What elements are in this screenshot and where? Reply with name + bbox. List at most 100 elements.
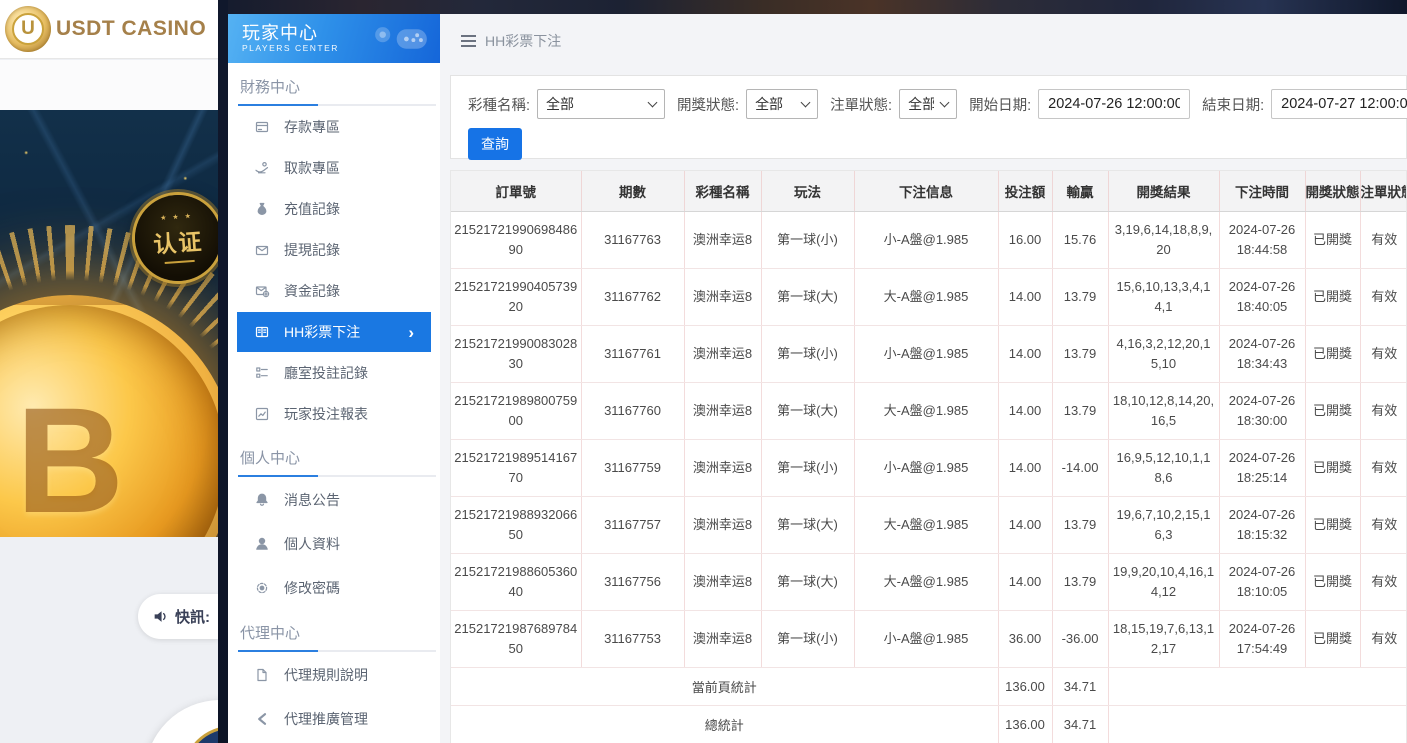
column-header-注單狀態: 注單狀態 (1360, 171, 1407, 211)
cell-開獎結果: 18,15,19,7,6,13,12,17 (1108, 610, 1219, 667)
cell-期數: 31167761 (581, 325, 684, 382)
cell-彩種名稱: 澳洲幸运8 (684, 610, 761, 667)
sidebar-item-label: 提現記錄 (284, 240, 340, 260)
sidebar-item-代理推廣管理[interactable]: 代理推廣管理 (228, 697, 440, 740)
sidebar-item-label: 代理推廣管理 (284, 709, 368, 729)
cell-開獎狀態: 已開獎 (1305, 610, 1360, 667)
room-record-icon (254, 365, 270, 381)
menu-toggle-icon[interactable] (461, 35, 476, 47)
funds-record-icon (254, 283, 270, 299)
cell-開獎狀態: 已開獎 (1305, 211, 1360, 268)
cell-玩法: 第一球(大) (761, 268, 854, 325)
cell-開獎狀態: 已開獎 (1305, 439, 1360, 496)
cell-開獎結果: 19,6,7,10,2,15,16,3 (1108, 496, 1219, 553)
service-float-button[interactable] (145, 700, 218, 743)
cell-開獎結果: 16,9,5,12,10,1,18,6 (1108, 439, 1219, 496)
summary-empty (1108, 667, 1407, 705)
sidebar-item-label: 取款專區 (284, 158, 340, 178)
sidebar-item-消息公告[interactable]: 消息公告 (228, 478, 440, 521)
bets-table-card: 訂單號期數彩種名稱玩法下注信息投注額輸贏開獎結果下注時間開獎狀態注單狀態 215… (450, 170, 1407, 743)
column-header-期數: 期數 (581, 171, 684, 211)
cell-彩種名稱: 澳洲幸运8 (684, 325, 761, 382)
cell-玩法: 第一球(大) (761, 496, 854, 553)
news-ticker[interactable]: 快訊: (138, 594, 218, 639)
table-row: 215217219876897845031167753澳洲幸运8第一球(小)小-… (451, 610, 1407, 667)
cell-投注額: 14.00 (998, 325, 1052, 382)
sidebar-title: 玩家中心 (242, 24, 339, 44)
cell-期數: 31167753 (581, 610, 684, 667)
summary-bet-total: 136.00 (998, 705, 1052, 743)
cell-下注時間: 2024-07-26 18:40:05 (1219, 268, 1305, 325)
table-row: 215217219906984869031167763澳洲幸运8第一球(小)小-… (451, 211, 1407, 268)
sidebar-item-label: HH彩票下注 (284, 322, 360, 342)
column-header-開獎結果: 開獎結果 (1108, 171, 1219, 211)
withdraw-hand-icon (254, 160, 270, 176)
brand-coin-icon: U (5, 6, 51, 52)
cell-投注額: 36.00 (998, 610, 1052, 667)
summary-winloss-total: 34.71 (1052, 667, 1108, 705)
cell-訂單號: 2152172199040573920 (451, 268, 581, 325)
section-title-1: 個人中心 (240, 447, 428, 475)
cell-輸贏: 13.79 (1052, 496, 1108, 553)
brand-name: USDT CASINO (56, 17, 206, 41)
brand-logo[interactable]: U USDT CASINO (0, 0, 218, 59)
search-button[interactable]: 查詢 (468, 128, 522, 160)
service-logo-icon (183, 726, 218, 743)
moneybag-icon (254, 201, 270, 217)
sidebar-item-資金記錄[interactable]: 資金記錄 (228, 271, 440, 311)
cell-輸贏: 13.79 (1052, 382, 1108, 439)
sidebar-item-代理規則說明[interactable]: 代理規則說明 (228, 653, 440, 696)
summary-row: 當前頁統計136.0034.71 (451, 667, 1407, 705)
cell-下注信息: 大-A盤@1.985 (854, 268, 998, 325)
cell-輸贏: 15.76 (1052, 211, 1108, 268)
person-icon (254, 536, 270, 552)
sidebar-item-存款專區[interactable]: 存款專區 (228, 107, 440, 147)
badge-underline (165, 260, 195, 264)
sidebar-item-玩家投注報表[interactable]: 玩家投注報表 (228, 394, 440, 434)
sidebar-item-label: 充值記錄 (284, 199, 340, 219)
lottery-name-select[interactable]: 全部 (537, 89, 665, 119)
chevron-right-icon: › (408, 324, 414, 341)
sidebar-item-label: 代理規則說明 (284, 665, 368, 685)
cell-下注信息: 大-A盤@1.985 (854, 382, 998, 439)
summary-row: 總統計136.0034.71 (451, 705, 1407, 743)
cell-開獎狀態: 已開獎 (1305, 496, 1360, 553)
sidebar-item-提現記錄[interactable]: 提現記錄 (228, 230, 440, 270)
table-row: 215217219898007590031167760澳洲幸运8第一球(大)大-… (451, 382, 1407, 439)
cell-注單狀態: 有效 (1360, 325, 1407, 382)
sidebar-item-個人資料[interactable]: 個人資料 (228, 522, 440, 565)
cell-期數: 31167759 (581, 439, 684, 496)
cell-開獎結果: 15,6,10,13,3,4,14,1 (1108, 268, 1219, 325)
main-content: HH彩票下注 彩種名稱: 全部 開獎狀態: 全部 注單狀態: 全部 開始日期: … (440, 14, 1407, 743)
end-date-input[interactable] (1271, 89, 1407, 119)
badge-stars: ★ ★ ★ (160, 212, 193, 222)
cell-開獎結果: 3,19,6,14,18,8,9,20 (1108, 211, 1219, 268)
sidebar-menu: 財務中心存款專區取款專區充值記錄提現記錄資金記錄HH彩票下注›廳室投註記錄玩家投… (228, 76, 440, 740)
sidebar-item-label: 玩家投注報表 (284, 404, 368, 424)
column-header-投注額: 投注額 (998, 171, 1052, 211)
section-divider (238, 650, 436, 652)
cell-投注額: 14.00 (998, 382, 1052, 439)
table-row: 215217219895141677031167759澳洲幸运8第一球(小)小-… (451, 439, 1407, 496)
column-header-開獎狀態: 開獎狀態 (1305, 171, 1360, 211)
sidebar-item-HH彩票下注[interactable]: HH彩票下注 › (237, 312, 431, 352)
sidebar-item-修改密碼[interactable]: 修改密碼 (228, 566, 440, 609)
order-status-select[interactable]: 全部 (899, 89, 957, 119)
cell-下注信息: 大-A盤@1.985 (854, 496, 998, 553)
bets-table: 訂單號期數彩種名稱玩法下注信息投注額輸贏開獎結果下注時間開獎狀態注單狀態 215… (451, 171, 1407, 743)
sidebar-item-label: 存款專區 (284, 117, 340, 137)
start-date-input[interactable] (1038, 89, 1190, 119)
cell-注單狀態: 有效 (1360, 439, 1407, 496)
report-icon (254, 406, 270, 422)
sidebar-item-充值記錄[interactable]: 充值記錄 (228, 189, 440, 229)
section-title-2: 代理中心 (240, 622, 428, 650)
sidebar-item-廳室投註記錄[interactable]: 廳室投註記錄 (228, 353, 440, 393)
table-body: 215217219906984869031167763澳洲幸运8第一球(小)小-… (451, 211, 1407, 667)
cell-下注時間: 2024-07-26 18:44:58 (1219, 211, 1305, 268)
cell-開獎狀態: 已開獎 (1305, 553, 1360, 610)
draw-status-select[interactable]: 全部 (746, 89, 818, 119)
cell-訂單號: 2152172199008302830 (451, 325, 581, 382)
cell-訂單號: 2152172199069848690 (451, 211, 581, 268)
sidebar-item-取款專區[interactable]: 取款專區 (228, 148, 440, 188)
cell-開獎結果: 4,16,3,2,12,20,15,10 (1108, 325, 1219, 382)
